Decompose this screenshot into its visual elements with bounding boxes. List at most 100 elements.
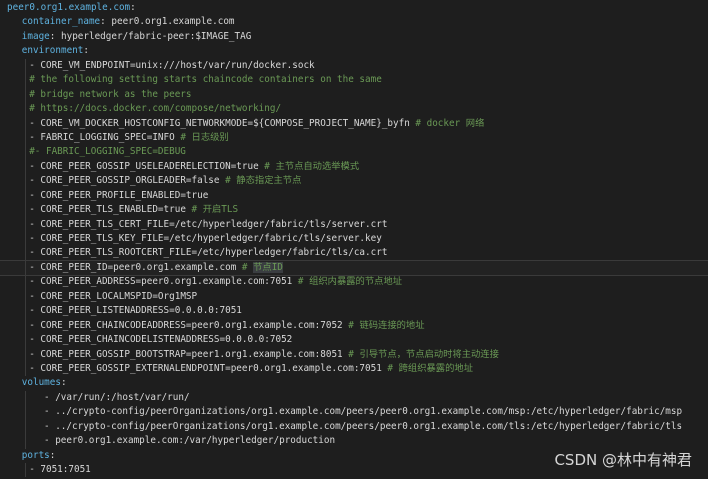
yaml-value: -: [29, 218, 41, 230]
code-line[interactable]: - CORE_PEER_GOSSIP_ORGLEADER=false # 静态指…: [0, 174, 708, 189]
code-line-content: - CORE_PEER_GOSSIP_EXTERNALENDPOINT=peer…: [29, 362, 473, 376]
code-line[interactable]: - CORE_PEER_GOSSIP_EXTERNALENDPOINT=peer…: [0, 361, 708, 377]
yaml-value: -: [29, 276, 41, 288]
code-line-content: - CORE_PEER_TLS_ROOTCERT_FILE=/etc/hyper…: [29, 246, 387, 260]
code-line-content: - CORE_PEER_LISTENADDRESS=0.0.0.0:7051: [29, 304, 242, 318]
yaml-value: -: [29, 348, 41, 360]
yaml-value: -: [29, 362, 41, 374]
yaml-value: CORE_PEER_TLS_ENABLED=true: [40, 204, 192, 216]
yaml-value: ../crypto-config/peerOrganizations/org1.…: [55, 406, 683, 418]
yaml-value: -: [29, 189, 41, 201]
code-line[interactable]: image: hyperledger/fabric-peer:$IMAGE_TA…: [0, 30, 708, 44]
code-line[interactable]: - ../crypto-config/peerOrganizations/org…: [0, 419, 708, 435]
code-line[interactable]: - CORE_PEER_GOSSIP_USELEADERELECTION=tru…: [0, 159, 708, 175]
code-line[interactable]: #- FABRIC_LOGGING_SPEC=DEBUG: [0, 145, 708, 160]
indent-guide: [24, 419, 26, 435]
code-line[interactable]: - peer0.org1.example.com:/var/hyperledge…: [0, 434, 708, 449]
yaml-value: -: [44, 406, 56, 418]
code-line[interactable]: - /var/run/:/host/var/run/: [0, 390, 708, 406]
code-line[interactable]: container_name: peer0.org1.example.com: [0, 15, 708, 29]
yaml-comment: # 开启TLS: [191, 204, 239, 216]
code-line[interactable]: - CORE_PEER_TLS_KEY_FILE=/etc/hyperledge…: [0, 232, 708, 247]
indent-guide: [24, 159, 26, 175]
yaml-value: -: [44, 391, 56, 403]
yaml-comment: # 链码连接的地址: [348, 319, 425, 331]
yaml-value: CORE_PEER_TLS_ROOTCERT_FILE=/etc/hyperle…: [40, 247, 388, 259]
yaml-value: -: [29, 175, 41, 187]
yaml-value: -: [29, 160, 41, 172]
indent-guide: [24, 318, 26, 334]
yaml-value: -: [29, 290, 41, 302]
yaml-value: -: [29, 117, 41, 129]
yaml-comment: # the following setting starts chaincode…: [29, 74, 382, 86]
yaml-comment: # 日志级别: [180, 131, 229, 143]
code-line-content: ports:: [22, 449, 56, 463]
yaml-value: -: [29, 59, 41, 71]
indent-guide: [24, 58, 26, 74]
code-line[interactable]: # https://docs.docker.com/compose/networ…: [0, 102, 708, 117]
code-line-content: - CORE_VM_DOCKER_HOSTCONFIG_NETWORKMODE=…: [29, 117, 484, 131]
yaml-key: environment: [21, 45, 84, 57]
code-line[interactable]: - CORE_VM_DOCKER_HOSTCONFIG_NETWORKMODE=…: [0, 116, 708, 131]
yaml-value: -: [29, 334, 41, 346]
code-line[interactable]: environment:: [0, 44, 708, 58]
code-line[interactable]: - CORE_PEER_LISTENADDRESS=0.0.0.0:7051: [0, 304, 708, 319]
code-line-content: - CORE_VM_ENDPOINT=unix:///host/var/run/…: [29, 59, 314, 73]
code-line[interactable]: - CORE_PEER_CHAINCODEADDRESS=peer0.org1.…: [0, 318, 708, 334]
yaml-key: volumes: [21, 377, 61, 389]
yaml-comment: #: [241, 261, 254, 273]
yaml-comment: # 跨组织暴露的地址: [387, 362, 473, 374]
indent-guide: [24, 217, 26, 232]
indent-guide: [24, 116, 26, 131]
indent-guide: [24, 434, 26, 449]
code-line-content: environment:: [22, 44, 89, 58]
code-line[interactable]: - CORE_PEER_TLS_CERT_FILE=/etc/hyperledg…: [0, 217, 708, 232]
code-line-content: - CORE_PEER_TLS_ENABLED=true # 开启TLS: [29, 203, 238, 217]
yaml-value: peer0.org1.example.com: [111, 16, 235, 28]
yaml-value: CORE_PEER_TLS_CERT_FILE=/etc/hyperledger…: [40, 218, 388, 230]
indent-guide: [24, 188, 26, 204]
yaml-value: :: [49, 30, 61, 42]
yaml-value: :: [49, 449, 56, 461]
indent-guide: [24, 289, 26, 305]
code-line[interactable]: - CORE_VM_ENDPOINT=unix:///host/var/run/…: [0, 58, 708, 74]
indent-guide: [24, 304, 26, 319]
indent-guide: [24, 73, 26, 88]
yaml-value: CORE_PEER_CHAINCODELISTENADDRESS=0.0.0.0…: [40, 334, 293, 346]
yaml-comment: # 引导节点，节点启动时将主动连接: [348, 348, 499, 360]
code-line[interactable]: peer0.org1.example.com:: [0, 1, 708, 15]
code-line-content: - CORE_PEER_CHAINCODELISTENADDRESS=0.0.0…: [29, 333, 292, 347]
code-line-content: - CORE_PEER_LOCALMSPID=Org1MSP: [29, 290, 197, 304]
code-line-content: peer0.org1.example.com:: [7, 1, 136, 15]
code-line[interactable]: volumes:: [0, 376, 708, 390]
code-line[interactable]: - CORE_PEER_GOSSIP_BOOTSTRAP=peer1.org1.…: [0, 347, 708, 362]
code-line-content: # https://docs.docker.com/compose/networ…: [29, 102, 281, 116]
yaml-value: hyperledger/fabric-peer:$IMAGE_TAG: [61, 30, 252, 42]
code-line-content: - ../crypto-config/peerOrganizations/org…: [44, 420, 682, 434]
yaml-value: CORE_PEER_GOSSIP_USELEADERELECTION=true: [40, 160, 265, 172]
yaml-value: CORE_PEER_TLS_KEY_FILE=/etc/hyperledger/…: [40, 233, 382, 244]
code-line[interactable]: - CORE_PEER_PROFILE_ENABLED=true: [0, 188, 708, 204]
yaml-value: CORE_PEER_CHAINCODEADDRESS=peer0.org1.ex…: [40, 319, 349, 331]
code-line-content: # bridge network as the peers: [29, 88, 191, 102]
code-line-content: container_name: peer0.org1.example.com: [22, 15, 235, 29]
code-line-content: - /var/run/:/host/var/run/: [44, 391, 190, 405]
code-line[interactable]: - CORE_PEER_CHAINCODELISTENADDRESS=0.0.0…: [0, 333, 708, 348]
code-line[interactable]: - CORE_PEER_LOCALMSPID=Org1MSP: [0, 289, 708, 305]
code-line[interactable]: - CORE_PEER_TLS_ENABLED=true # 开启TLS: [0, 203, 708, 218]
code-line-content: - FABRIC_LOGGING_SPEC=INFO # 日志级别: [29, 131, 229, 145]
yaml-value: -: [29, 464, 41, 475]
code-line[interactable]: # bridge network as the peers: [0, 87, 708, 103]
code-line[interactable]: - FABRIC_LOGGING_SPEC=INFO # 日志级别: [0, 130, 708, 146]
yaml-comment: # 组织内暴露的节点地址: [297, 276, 403, 288]
code-line[interactable]: # the following setting starts chaincode…: [0, 73, 708, 88]
code-line-content: #- FABRIC_LOGGING_SPEC=DEBUG: [29, 145, 186, 159]
code-line[interactable]: - CORE_PEER_TLS_ROOTCERT_FILE=/etc/hyper…: [0, 246, 708, 261]
yaml-key: ports: [21, 449, 50, 461]
yaml-comment: # https://docs.docker.com/compose/networ…: [29, 103, 282, 115]
code-line[interactable]: - CORE_PEER_ADDRESS=peer0.org1.example.c…: [0, 275, 708, 290]
code-line[interactable]: - ../crypto-config/peerOrganizations/org…: [0, 405, 708, 420]
code-editor[interactable]: peer0.org1.example.com: container_name: p…: [0, 0, 708, 479]
yaml-comment: 节点ID: [253, 261, 283, 273]
code-line[interactable]: - CORE_PEER_ID=peer0.org1.example.com # …: [0, 259, 708, 277]
